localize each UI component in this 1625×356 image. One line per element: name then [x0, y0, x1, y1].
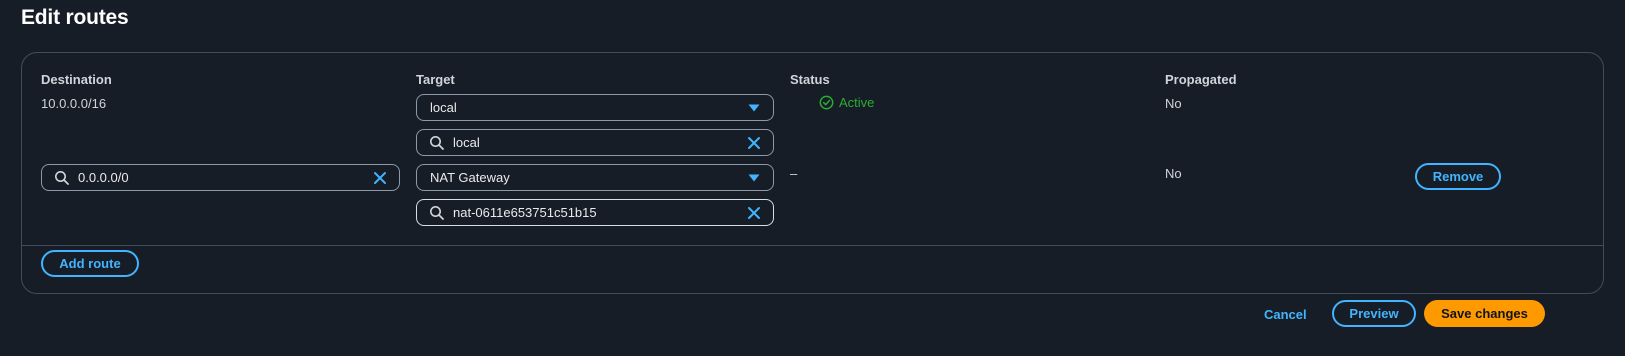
- route-1-propagated: No: [1165, 96, 1182, 111]
- column-header-status: Status: [790, 72, 830, 87]
- close-icon[interactable]: [746, 205, 762, 221]
- route-1-destination: 10.0.0.0/16: [41, 96, 107, 111]
- search-icon: [429, 135, 445, 151]
- route-2-destination-value: 0.0.0.0/0: [78, 170, 129, 185]
- caret-down-icon: [747, 103, 761, 113]
- route-1-target-search-value: local: [453, 135, 480, 150]
- column-header-propagated: Propagated: [1165, 72, 1237, 87]
- route-1-target-type-select[interactable]: local: [416, 94, 774, 121]
- remove-route-button[interactable]: Remove: [1415, 163, 1501, 190]
- route-2-propagated: No: [1165, 166, 1182, 181]
- close-icon[interactable]: [372, 170, 388, 186]
- save-changes-button[interactable]: Save changes: [1424, 300, 1545, 327]
- route-2-target-type-value: NAT Gateway: [430, 170, 510, 185]
- search-icon: [429, 205, 445, 221]
- route-1-target-search-input[interactable]: local: [416, 129, 774, 156]
- search-icon: [54, 170, 70, 186]
- column-header-target: Target: [416, 72, 455, 87]
- route-2-target-type-select[interactable]: NAT Gateway: [416, 164, 774, 191]
- caret-down-icon: [747, 173, 761, 183]
- route-2-target-search-input[interactable]: nat-0611e653751c51b15: [416, 199, 774, 226]
- cancel-button[interactable]: Cancel: [1264, 307, 1307, 322]
- preview-button[interactable]: Preview: [1332, 300, 1416, 327]
- route-2-destination-input[interactable]: 0.0.0.0/0: [41, 164, 400, 191]
- route-1-status-label: Active: [839, 95, 875, 110]
- route-1-target-type-value: local: [430, 100, 457, 115]
- route-2-target-search-value: nat-0611e653751c51b15: [453, 205, 597, 220]
- column-header-destination: Destination: [41, 72, 112, 87]
- route-1-status: Active: [819, 95, 874, 110]
- check-circle-icon: [819, 95, 834, 110]
- panel-divider: [21, 245, 1604, 246]
- close-icon[interactable]: [746, 135, 762, 151]
- page-title: Edit routes: [21, 6, 129, 29]
- route-2-status: –: [790, 166, 798, 181]
- add-route-button[interactable]: Add route: [41, 250, 139, 277]
